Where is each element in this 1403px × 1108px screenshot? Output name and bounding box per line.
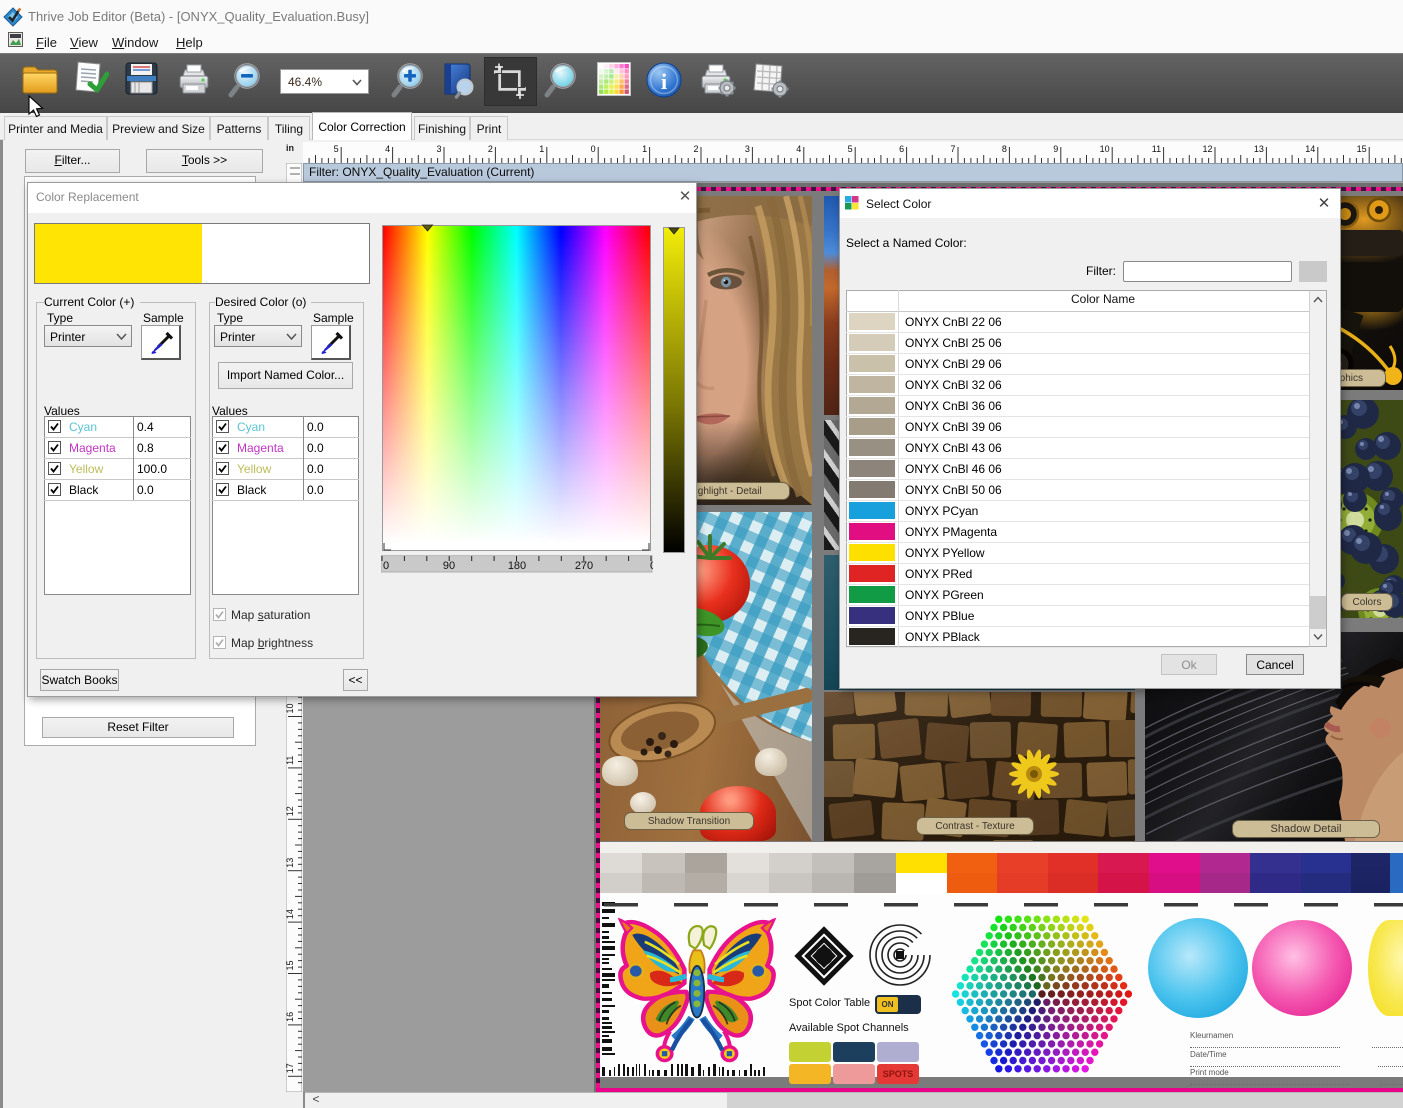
svg-text:3: 3 bbox=[745, 144, 750, 154]
svg-text:0: 0 bbox=[591, 144, 596, 154]
svg-text:270: 270 bbox=[575, 560, 593, 572]
svg-text:17: 17 bbox=[286, 1063, 295, 1073]
svg-text:0: 0 bbox=[650, 560, 653, 572]
svg-text:10: 10 bbox=[286, 703, 295, 713]
svg-text:10: 10 bbox=[1100, 144, 1110, 154]
svg-text:2: 2 bbox=[693, 144, 698, 154]
svg-text:180: 180 bbox=[508, 560, 526, 572]
svg-text:5: 5 bbox=[334, 144, 339, 154]
svg-text:9: 9 bbox=[1053, 144, 1058, 154]
svg-text:12: 12 bbox=[1202, 144, 1212, 154]
svg-text:i: i bbox=[661, 69, 667, 94]
svg-text:5: 5 bbox=[848, 144, 853, 154]
svg-text:1: 1 bbox=[539, 144, 544, 154]
svg-text:90: 90 bbox=[443, 560, 455, 572]
svg-text:7: 7 bbox=[950, 144, 955, 154]
svg-text:14: 14 bbox=[286, 909, 295, 919]
svg-text:4: 4 bbox=[796, 144, 801, 154]
svg-text:16: 16 bbox=[286, 1012, 295, 1022]
svg-text:11: 11 bbox=[286, 756, 295, 765]
svg-text:0: 0 bbox=[383, 560, 389, 572]
svg-text:12: 12 bbox=[286, 806, 295, 816]
svg-text:1: 1 bbox=[642, 144, 647, 154]
svg-text:11: 11 bbox=[1152, 144, 1161, 154]
svg-text:13: 13 bbox=[286, 858, 295, 868]
svg-text:2: 2 bbox=[488, 144, 493, 154]
svg-text:8: 8 bbox=[1002, 144, 1007, 154]
svg-text:6: 6 bbox=[899, 144, 904, 154]
svg-text:4: 4 bbox=[385, 144, 390, 154]
svg-text:14: 14 bbox=[1305, 144, 1315, 154]
svg-text:15: 15 bbox=[286, 960, 295, 970]
svg-text:13: 13 bbox=[1254, 144, 1264, 154]
svg-text:3: 3 bbox=[436, 144, 441, 154]
svg-text:15: 15 bbox=[1357, 144, 1367, 154]
